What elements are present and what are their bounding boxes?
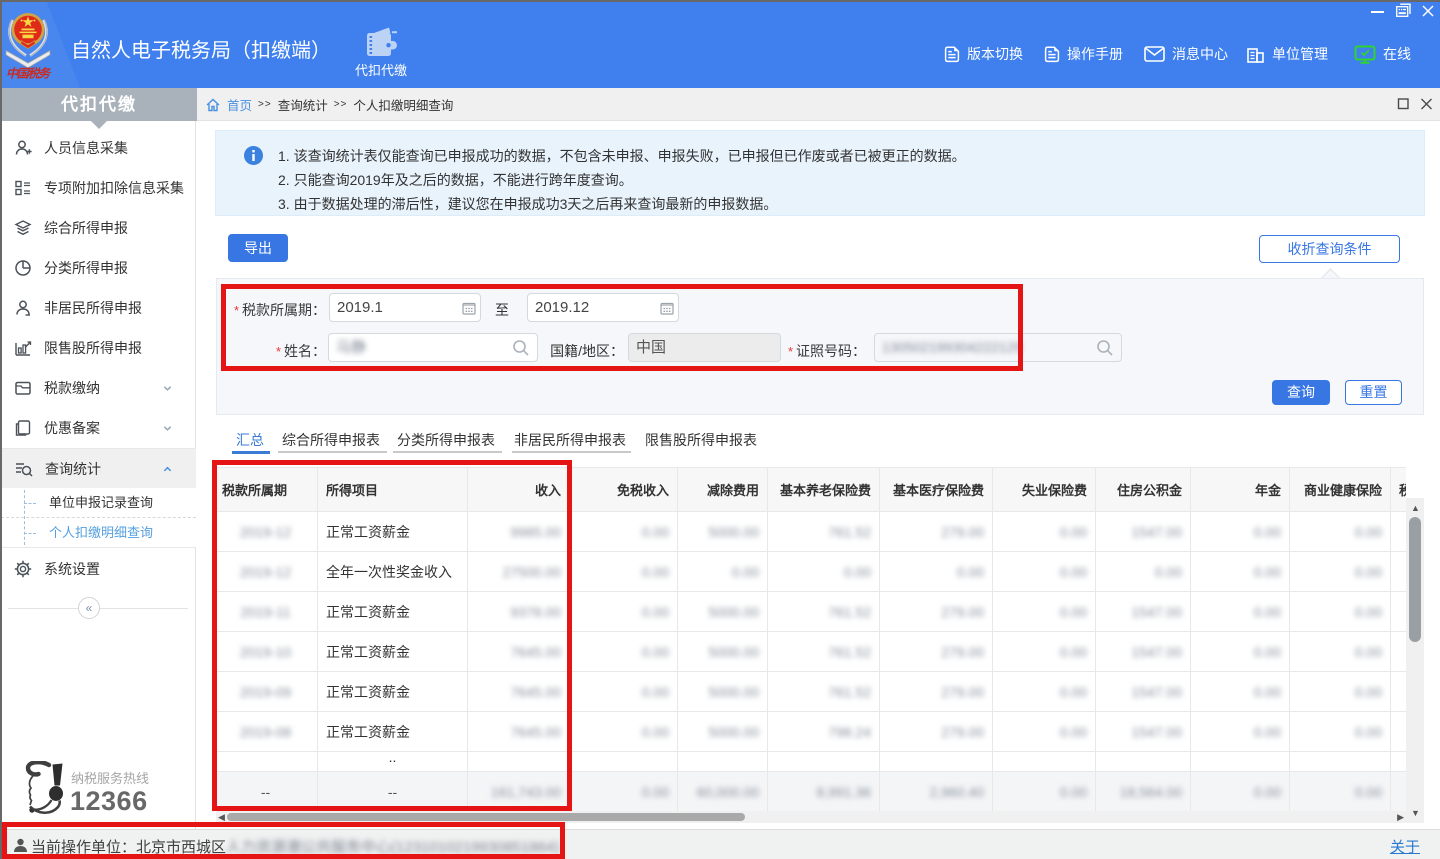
svg-text:中国税务: 中国税务 bbox=[6, 67, 52, 80]
